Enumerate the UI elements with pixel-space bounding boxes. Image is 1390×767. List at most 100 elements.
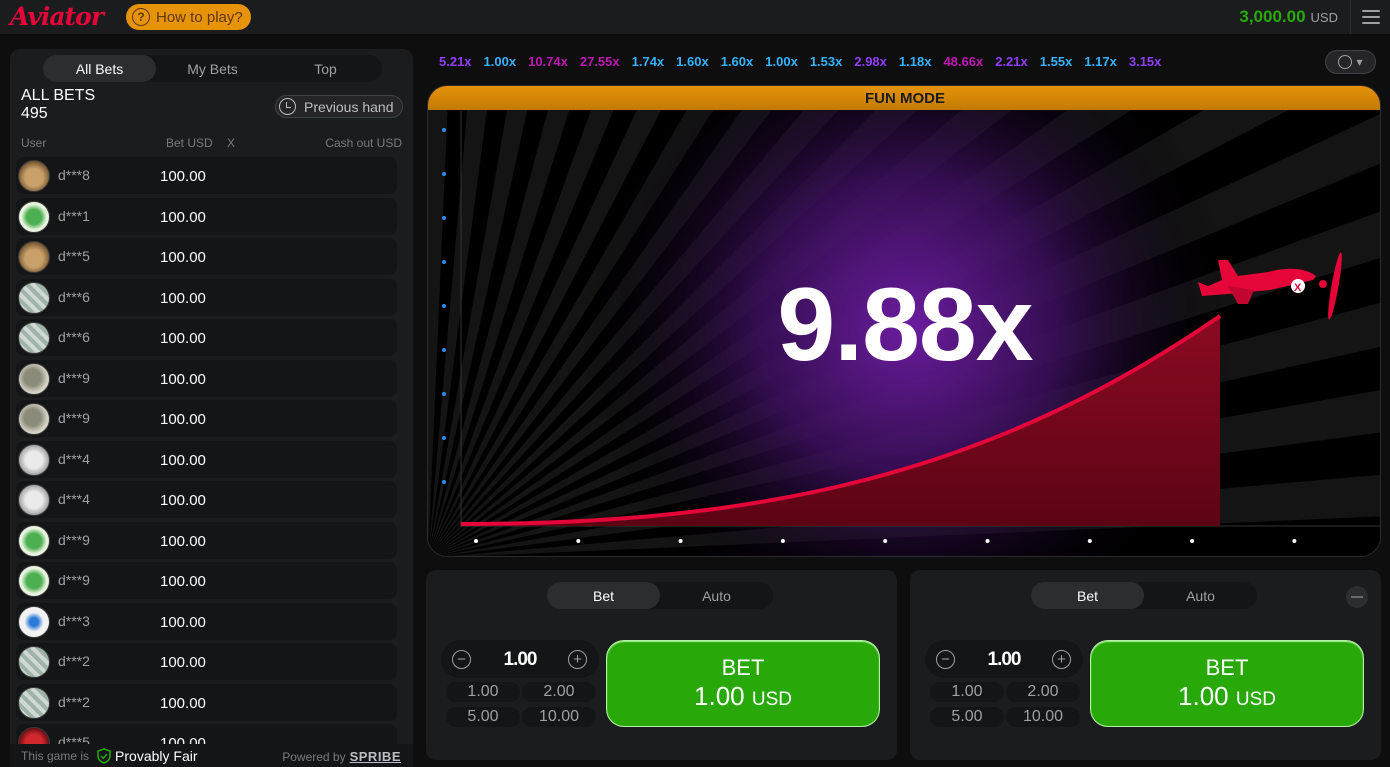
- table-row: d***9 100.00: [16, 562, 397, 599]
- table-row: d***2 100.00: [16, 643, 397, 680]
- table-row: d***4 100.00: [16, 440, 397, 478]
- quick-amount-button[interactable]: 10.00: [1006, 707, 1080, 727]
- history-multiplier[interactable]: 2.98x: [854, 54, 887, 69]
- avatar: [18, 524, 50, 557]
- increase-amount-button[interactable]: +: [568, 650, 587, 669]
- history-multiplier[interactable]: 1.53x: [810, 54, 843, 69]
- provably-fair-link[interactable]: Provably Fair: [89, 748, 198, 764]
- x-axis-dot: [678, 539, 683, 543]
- history-multiplier[interactable]: 1.74x: [632, 54, 665, 69]
- x-axis-dot: [1087, 539, 1092, 543]
- tab-my-bets[interactable]: My Bets: [156, 55, 269, 82]
- quick-amount-button[interactable]: 10.00: [522, 707, 596, 727]
- column-bet: Bet USD: [166, 136, 213, 150]
- bet-user: d***4: [58, 491, 90, 507]
- round-history-button[interactable]: ▾: [1325, 50, 1376, 74]
- x-axis-dot: [780, 539, 785, 543]
- table-row: d***3 100.00: [16, 602, 397, 640]
- bet-amount: 100.00: [160, 168, 206, 185]
- tab-auto[interactable]: Auto: [1144, 582, 1257, 609]
- remove-bet-panel-button[interactable]: [1346, 586, 1368, 608]
- table-row: d***6 100.00: [16, 278, 397, 316]
- history-multiplier[interactable]: 1.18x: [899, 54, 932, 69]
- history-multiplier[interactable]: 3.15x: [1129, 54, 1162, 69]
- spribe-logo[interactable]: SPRIBE: [350, 749, 401, 764]
- bet-panel-1: Bet Auto − 1.00 + 1.00 2.00 5.00 10.00 B…: [426, 570, 897, 760]
- increase-amount-button[interactable]: +: [1052, 650, 1071, 669]
- history-multiplier[interactable]: 2.21x: [995, 54, 1028, 69]
- bet-button[interactable]: BET 1.00 USD: [1090, 640, 1364, 727]
- tab-top[interactable]: Top: [269, 55, 382, 82]
- all-bets-title: ALL BETS: [21, 87, 96, 104]
- x-axis-dot: [883, 539, 888, 543]
- bet-panel-1-tabs: Bet Auto: [547, 582, 773, 609]
- bets-tabs: All Bets My Bets Top: [43, 55, 382, 82]
- bet-amount: 100.00: [160, 694, 206, 712]
- quick-amount-button[interactable]: 5.00: [930, 707, 1004, 727]
- history-multiplier[interactable]: 1.55x: [1040, 54, 1073, 69]
- tab-auto[interactable]: Auto: [660, 582, 773, 609]
- bet-button-amount: 1.00 USD: [694, 681, 792, 711]
- tab-bet[interactable]: Bet: [1031, 582, 1144, 609]
- history-multiplier[interactable]: 5.21x: [439, 54, 472, 69]
- bet-button[interactable]: BET 1.00 USD: [606, 640, 880, 727]
- avatar: [18, 362, 50, 395]
- bet-amount: 100.00: [160, 411, 206, 428]
- all-bets-count: 495: [21, 105, 48, 122]
- avatar: [18, 241, 50, 273]
- avatar: [18, 686, 50, 719]
- history-multiplier[interactable]: 1.60x: [721, 54, 754, 69]
- avatar: [18, 443, 50, 476]
- avatar: [18, 322, 50, 354]
- bet-button-label: BET: [1205, 655, 1249, 680]
- balance: 3,000.00 USD: [1239, 7, 1338, 27]
- avatar: [18, 160, 50, 192]
- table-row: d***9 100.00: [16, 521, 397, 559]
- quick-amount-button[interactable]: 5.00: [446, 707, 520, 727]
- history-multiplier[interactable]: 27.55x: [580, 54, 620, 69]
- avatar: [18, 565, 50, 597]
- history-clock-icon: [279, 98, 296, 115]
- avatar: [18, 200, 50, 233]
- y-axis-dot: [442, 172, 446, 176]
- bet-amount-stepper: − 1.00 +: [441, 640, 599, 678]
- history-multiplier[interactable]: 1.00x: [765, 54, 798, 69]
- bet-user: d***4: [58, 450, 90, 467]
- quick-amount-button[interactable]: 1.00: [930, 682, 1004, 702]
- game-canvas: FUN MODE X 9.88x: [427, 85, 1381, 557]
- bet-amount: 100.00: [160, 573, 206, 590]
- x-axis-dot: [985, 539, 990, 543]
- bets-list: d***8 100.00 d***1 100.00 d***5 100.00 d***6 10…: [16, 157, 397, 765]
- table-row: d***2 100.00: [16, 683, 397, 721]
- bet-amount: 100.00: [160, 654, 206, 671]
- history-multiplier[interactable]: 1.00x: [484, 54, 517, 69]
- fun-mode-banner: FUN MODE: [428, 86, 1380, 110]
- tab-bet[interactable]: Bet: [547, 582, 660, 609]
- header-divider: [1350, 0, 1351, 34]
- previous-hand-button[interactable]: Previous hand: [275, 95, 403, 118]
- bet-amount: 100.00: [160, 613, 206, 631]
- avatar: [18, 646, 50, 678]
- tab-all-bets[interactable]: All Bets: [43, 55, 156, 82]
- bet-panel-2-tabs: Bet Auto: [1031, 582, 1257, 609]
- bet-amount-stepper: − 1.00 +: [925, 640, 1083, 678]
- bet-amount: 100.00: [160, 249, 206, 266]
- history-multiplier[interactable]: 48.66x: [943, 54, 983, 69]
- history-multiplier[interactable]: 1.17x: [1084, 54, 1117, 69]
- bet-amount: 100.00: [160, 208, 206, 226]
- how-to-play-button[interactable]: ? How to play?: [126, 4, 251, 30]
- aviator-logo[interactable]: Aviator: [10, 2, 104, 31]
- table-row: d***8 100.00: [16, 157, 397, 194]
- bet-panel-2: Bet Auto − 1.00 + 1.00 2.00 5.00 10.00 B…: [910, 570, 1381, 760]
- bets-panel: All Bets My Bets Top ALL BETS 495 Previo…: [10, 49, 413, 767]
- quick-amount-button[interactable]: 1.00: [446, 682, 520, 702]
- bet-amount: 100.00: [160, 451, 206, 469]
- current-multiplier: 9.88x: [777, 267, 1033, 383]
- previous-hand-label: Previous hand: [304, 98, 394, 115]
- bet-user: d***8: [58, 167, 90, 183]
- hamburger-menu-icon[interactable]: [1362, 10, 1380, 24]
- history-multiplier[interactable]: 10.74x: [528, 54, 568, 69]
- quick-amount-button[interactable]: 2.00: [1006, 682, 1080, 702]
- quick-amount-button[interactable]: 2.00: [522, 682, 596, 702]
- history-multiplier[interactable]: 1.60x: [676, 54, 709, 69]
